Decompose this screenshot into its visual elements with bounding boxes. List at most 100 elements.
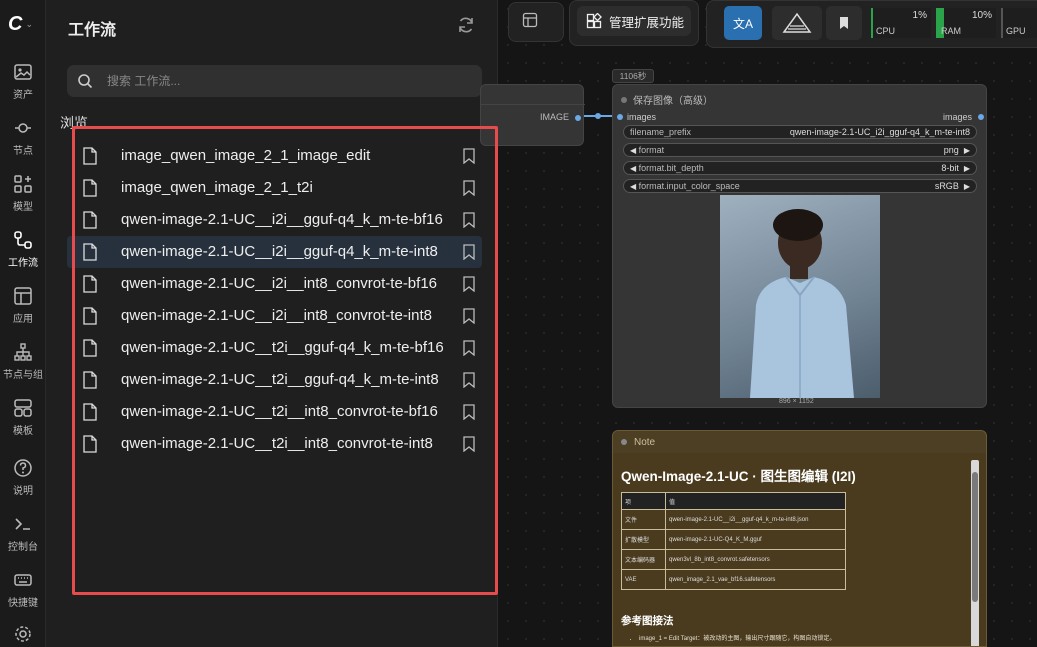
panel-toggle-button[interactable] [522, 12, 538, 28]
extensions-icon [586, 13, 602, 29]
arrow-left-icon[interactable]: ◀ [630, 182, 636, 191]
workflow-name: image_qwen_image_2_1_image_edit [121, 147, 371, 164]
workflow-item[interactable]: qwen-image-2.1-UC__i2i__int8_convrot-te-… [67, 268, 482, 300]
workflow-item[interactable]: qwen-image-2.1-UC__i2i__gguf-q4_k_m-te-b… [67, 204, 482, 236]
app-logo[interactable]: C ⌄ [8, 12, 40, 36]
save-node-title: 保存图像（高级） [633, 96, 713, 107]
cubes-icon [14, 175, 32, 193]
bookmark-icon[interactable] [462, 212, 476, 228]
arrow-right-icon[interactable]: ▶ [964, 146, 970, 155]
arrow-left-icon[interactable]: ◀ [630, 146, 636, 155]
rail-item-shortcuts[interactable]: 快捷键 [0, 568, 46, 618]
search-input[interactable] [107, 74, 447, 88]
images-output-label: images [942, 112, 972, 122]
note-bullet-list: image_1 = Edit Target：被改动的主图，输出尺寸跟随它，构图自… [639, 633, 835, 646]
node-widget[interactable]: ◀ format.bit_depth 8-bit ▶ [623, 161, 977, 175]
rail-item-templates[interactable]: 模板 [0, 396, 46, 446]
upstream-output-dot[interactable] [575, 115, 581, 121]
table-row: 文本编码器 qwen3vl_8b_int8_convrot.safetensors [621, 549, 846, 570]
rail-item-nodes[interactable]: 节点 [0, 116, 46, 166]
save-image-node[interactable]: 保存图像（高级） images images filename_prefix qw… [612, 84, 987, 408]
exec-time-badge: 1106秒 [612, 69, 654, 83]
gear-icon [15, 626, 31, 642]
ram-meter: 10% RAM [936, 8, 996, 38]
workflow-item[interactable]: qwen-image-2.1-UC__i2i__gguf-q4_k_m-te-i… [67, 236, 482, 268]
node-widget[interactable]: ◀ format png ▶ [623, 143, 977, 157]
images-input-dot[interactable] [617, 114, 623, 120]
node-widget[interactable]: filename_prefix qwen-image-2.1-UC_i2i_ggu… [623, 125, 977, 139]
person-silhouette-icon [750, 209, 854, 398]
rail-item-console[interactable]: 控制台 [0, 512, 46, 562]
bookmark-icon [840, 17, 848, 29]
workflow-name: qwen-image-2.1-UC__t2i__gguf-q4_k_m-te-i… [121, 371, 439, 388]
rail-item-help[interactable]: 说明 [0, 456, 46, 506]
workflow-item[interactable]: qwen-image-2.1-UC__i2i__int8_convrot-te-… [67, 300, 482, 332]
rail-item-models[interactable]: 模型 [0, 172, 46, 222]
workflow-item[interactable]: qwen-image-2.1-UC__t2i__gguf-q4_k_m-te-i… [67, 364, 482, 396]
image-size-label: 896 × 1152 [779, 398, 814, 405]
upstream-node[interactable]: IMAGE [480, 84, 585, 146]
table-row: VAE qwen_image_2.1_vae_bf16.safetensors [621, 569, 846, 590]
note-node[interactable]: Note Qwen-Image-2.1-UC · 图生图编辑 (I2I) 项 值… [612, 430, 987, 647]
workflow-name: qwen-image-2.1-UC__t2i__int8_convrot-te-… [121, 403, 438, 420]
workflow-item[interactable]: image_qwen_image_2_1_t2i [67, 172, 482, 204]
file-icon [83, 243, 97, 261]
workflow-item[interactable]: qwen-image-2.1-UC__t2i__int8_convrot-te-… [67, 396, 482, 428]
table-header-row: 项 值 [621, 492, 846, 510]
workflow-name: qwen-image-2.1-UC__i2i__int8_convrot-te-… [121, 307, 432, 324]
arrow-left-icon[interactable]: ◀ [630, 164, 636, 173]
note-section-title: 参考图接法 [621, 615, 674, 627]
rail-item-settings[interactable] [0, 622, 46, 647]
workflow-item[interactable]: qwen-image-2.1-UC__t2i__int8_convrot-te-… [67, 428, 482, 460]
note-scrollbar[interactable] [971, 460, 979, 646]
refresh-icon[interactable] [456, 15, 476, 35]
bookmark-icon[interactable] [462, 148, 476, 164]
workflow-item[interactable]: qwen-image-2.1-UC__t2i__gguf-q4_k_m-te-b… [67, 332, 482, 364]
browse-heading: 浏览 [60, 115, 88, 131]
widget-value: 8-bit [941, 163, 959, 173]
file-icon [83, 339, 97, 357]
rail-item-workflows[interactable]: 工作流 [0, 228, 46, 278]
rail-item-node-groups[interactable]: 节点与组 [0, 340, 46, 390]
bookmark-icon[interactable] [462, 244, 476, 260]
scrollbar-thumb[interactable] [972, 472, 978, 602]
panel-title: 工作流 [68, 22, 117, 39]
rail-label: 控制台 [8, 542, 38, 553]
table-cell: 文件 [621, 509, 666, 530]
template-icon [14, 399, 32, 417]
translate-label: 文A [732, 16, 753, 31]
bookmark-icon[interactable] [462, 276, 476, 292]
rail-item-assets[interactable]: 资产 [0, 60, 46, 110]
gpu-label: GPU [1006, 26, 1026, 36]
file-icon [83, 275, 97, 293]
workflow-item[interactable]: image_qwen_image_2_1_image_edit [67, 140, 482, 172]
crystools-button[interactable] [772, 6, 822, 40]
bookmark-icon[interactable] [462, 180, 476, 196]
table-cell: 扩散模型 [621, 529, 666, 550]
table-cell: qwen-image-2.1-UC__i2i__gguf-q4_k_m-te-i… [665, 509, 846, 530]
help-icon [14, 459, 32, 477]
arrow-right-icon[interactable]: ▶ [964, 164, 970, 173]
rail-item-apps[interactable]: 应用 [0, 284, 46, 334]
image-icon [14, 64, 32, 80]
workflow-name: qwen-image-2.1-UC__i2i__gguf-q4_k_m-te-b… [121, 211, 443, 228]
file-icon [83, 307, 97, 325]
images-output-dot[interactable] [978, 114, 984, 120]
translate-button[interactable]: 文A [724, 6, 762, 40]
manage-extensions-button[interactable]: 管理扩展功能 [577, 6, 691, 36]
search-icon [78, 74, 93, 89]
rail-label: 应用 [13, 314, 33, 325]
widget-name: format.input_color_space [638, 181, 740, 191]
arrow-right-icon[interactable]: ▶ [964, 182, 970, 191]
bookmark-icon[interactable] [462, 308, 476, 324]
mountain-logo-icon [782, 12, 812, 33]
bookmark-icon[interactable] [462, 340, 476, 356]
node-widget[interactable]: ◀ format.input_color_space sRGB ▶ [623, 179, 977, 193]
bookmark-icon[interactable] [462, 372, 476, 388]
node-status-dot [621, 96, 627, 103]
bookmark-toolbar-button[interactable] [826, 6, 862, 40]
preview-image[interactable] [720, 195, 880, 398]
plug-icon [15, 123, 31, 133]
bookmark-icon[interactable] [462, 436, 476, 452]
bookmark-icon[interactable] [462, 404, 476, 420]
